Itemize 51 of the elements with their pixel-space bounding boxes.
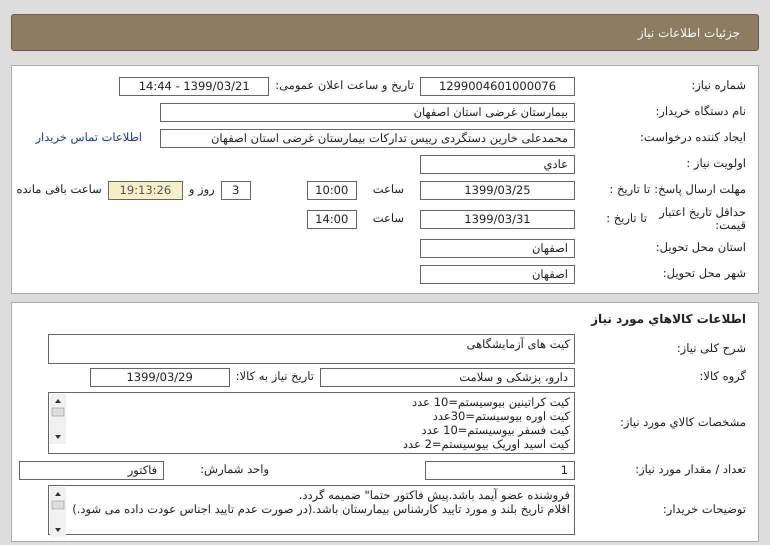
field-label: ساعت <box>372 210 404 228</box>
field-label: ساعت باقی مانده <box>16 181 102 198</box>
buyer-field: بیمارستان غرضی استان اصفهان <box>160 102 575 122</box>
field-label: مهلت ارسال پاسخ: <box>654 181 746 198</box>
field-label: نام دستگاه خریدار: <box>654 103 746 120</box>
field-label: تا تاریخ : <box>606 210 647 228</box>
spec-line: کیت کراتینین بیوسیستم=10 عدد <box>411 395 570 409</box>
spec-line: کیت فسفر بیوسیستم=10 عدد <box>420 423 570 437</box>
need-date-field: 1399/03/29 <box>90 368 230 386</box>
city-field: اصفهان <box>420 264 575 284</box>
priority-field: عادي <box>420 154 575 174</box>
field-label: روز و <box>188 181 215 198</box>
description-field: کیت های آزمایشگاهی <box>48 334 575 364</box>
page-header: جزئیات اطلاعات نیاز <box>11 14 759 51</box>
field-label: حداقل تاریخ اعتبار قیمت: <box>658 206 746 232</box>
field-label: تا تاریخ : <box>609 181 650 198</box>
field-label: توضیحات خریدار: <box>662 501 746 518</box>
note-line: فروشنده عضو آیمد باشد.پیش فاکتور حتما" ضمیمه گردد. <box>298 488 570 502</box>
requester-field: محمدعلی خارین دستگردی رییس تدارکات بیمارستان غرضی استان اصفهان <box>160 128 575 148</box>
field-label: اولویت نیاز : <box>685 155 746 172</box>
unit-field: فاکتور <box>19 460 164 480</box>
validity-time-field: 14:00 <box>306 210 357 228</box>
need-number-field: 1299004601000076 <box>420 76 575 96</box>
note-line: اقلام تاریخ بلند و مورد تایید کارشناس بیمارستان باشد.(در صورت عدم تایید اجناس عودت داده می شود.) <box>71 502 570 516</box>
field-label: ایجاد کننده درخواست: <box>639 129 746 146</box>
validity-date-field: 1399/03/31 <box>420 210 575 228</box>
group-field: دارو، پزشکی و سلامت <box>320 368 575 386</box>
field-label: مشخصات کالاي مورد نياز: <box>618 414 746 432</box>
specs-field[interactable]: کیت کراتینین بیوسیستم=10 عدد کیت اوره بیوسیستم=30عدد کیت فسفر بیوسیستم=10 عدد کیت اسید اوریک بیوسیستم=2 عدد <box>48 392 575 454</box>
field-label: واحد شمارش: <box>200 461 269 478</box>
deadline-date-field: 1399/03/25 <box>420 180 575 200</box>
days-field: 3 <box>220 180 251 200</box>
field-label: تعداد / مقدار مورد نیاز: <box>634 461 746 478</box>
field-label: گروه کالا: <box>698 368 746 386</box>
announce-date-field: 1399/03/21 - 14:44 <box>119 76 270 96</box>
deadline-time-field: 10:00 <box>306 180 357 200</box>
field-label: شماره نیاز: <box>690 77 746 94</box>
field-label: تاریخ و ساعت اعلان عمومی: <box>275 77 414 94</box>
section-title: اطلاعات کالاهاي مورد نياز <box>590 311 746 328</box>
field-label: شرح کلی نیاز: <box>676 340 746 358</box>
field-label: ساعت <box>372 181 404 198</box>
field-label: شهر محل تحویل: <box>662 265 746 282</box>
remaining-time-field: 19:13:26 <box>108 180 183 200</box>
notes-field[interactable]: فروشنده عضو آیمد باشد.پیش فاکتور حتما" ضمیمه گردد. اقلام تاریخ بلند و مورد تایید کارشناس بیمارستان باشد.(در صورت عدم تایید اجناس عودت داده می شود.) <box>48 485 575 535</box>
quantity-field: 1 <box>425 460 575 480</box>
field-label: استان محل تحویل: <box>654 239 746 256</box>
province-field: اصفهان <box>420 238 575 258</box>
field-label: تاریخ نیاز به کالا: <box>236 368 314 386</box>
spec-line: کیت اوره بیوسیستم=30عدد <box>432 409 570 423</box>
contact-link[interactable]: اطلاعات تماس خریدار <box>35 129 142 147</box>
spec-line: کیت اسید اوریک بیوسیستم=2 عدد <box>402 437 570 451</box>
